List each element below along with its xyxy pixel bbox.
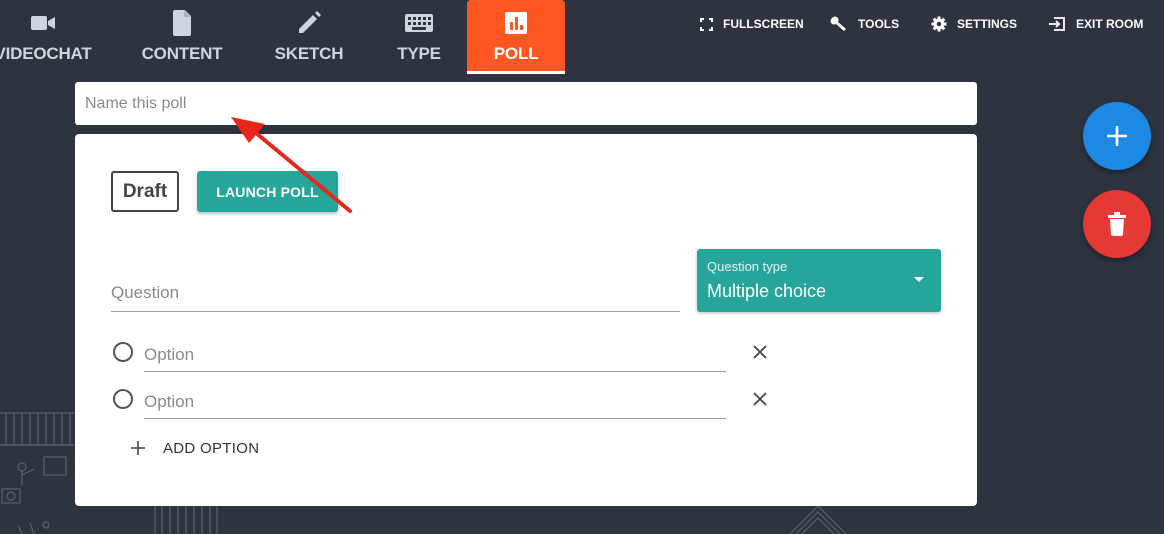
tab-videochat[interactable]: VIDEOCHAT xyxy=(0,0,98,74)
status-badge: Draft xyxy=(111,171,179,212)
exit-room-button[interactable]: EXIT ROOM xyxy=(1048,13,1143,35)
tab-type[interactable]: TYPE xyxy=(385,0,453,74)
option-input[interactable] xyxy=(144,385,726,419)
video-camera-icon xyxy=(30,10,56,36)
close-icon[interactable] xyxy=(751,343,769,361)
question-type-select[interactable]: Question type Multiple choice xyxy=(697,249,941,312)
tab-label: POLL xyxy=(493,44,539,63)
add-option-button[interactable]: ADD OPTION xyxy=(131,436,259,460)
keyboard-icon xyxy=(405,10,433,36)
tab-sketch[interactable]: SKETCH xyxy=(265,0,353,74)
exit-room-label: EXIT ROOM xyxy=(1076,17,1144,31)
poll-chart-icon xyxy=(504,10,528,36)
plus-icon xyxy=(131,441,145,455)
fullscreen-label: FULLSCREEN xyxy=(723,17,804,31)
settings-label: SETTINGS xyxy=(957,17,1018,31)
tab-label: CONTENT xyxy=(141,44,223,63)
question-input[interactable] xyxy=(111,274,680,312)
poll-name-input[interactable] xyxy=(75,82,977,125)
option-input[interactable] xyxy=(144,338,726,372)
add-poll-button[interactable] xyxy=(1083,102,1151,170)
wrench-icon xyxy=(830,16,848,32)
poll-editor-card: Draft LAUNCH POLL Question type Multiple… xyxy=(75,134,977,506)
fullscreen-icon xyxy=(700,17,713,31)
close-icon[interactable] xyxy=(751,390,769,408)
tab-content[interactable]: CONTENT xyxy=(136,0,228,74)
tab-poll[interactable]: POLL xyxy=(467,0,565,74)
launch-poll-button[interactable]: LAUNCH POLL xyxy=(197,171,338,212)
gear-icon xyxy=(931,16,947,32)
tab-label: VIDEOCHAT xyxy=(0,44,92,63)
question-type-value: Multiple choice xyxy=(707,281,827,301)
exit-icon xyxy=(1048,17,1066,31)
question-type-label: Question type xyxy=(707,259,788,274)
option-radio[interactable] xyxy=(113,389,133,409)
pencil-icon xyxy=(296,10,322,36)
delete-poll-button[interactable] xyxy=(1083,190,1151,258)
dropdown-caret-icon xyxy=(914,277,924,282)
tab-label: TYPE xyxy=(397,44,441,63)
trash-icon xyxy=(1108,212,1126,236)
add-option-label: ADD OPTION xyxy=(163,439,260,457)
tools-label: TOOLS xyxy=(858,17,900,31)
plus-icon xyxy=(1107,126,1127,146)
settings-button[interactable]: SETTINGS xyxy=(931,13,1017,35)
fullscreen-button[interactable]: FULLSCREEN xyxy=(700,13,804,35)
option-radio[interactable] xyxy=(113,342,133,362)
tab-label: SKETCH xyxy=(274,44,344,63)
tools-button[interactable]: TOOLS xyxy=(830,13,899,35)
document-icon xyxy=(172,10,192,36)
